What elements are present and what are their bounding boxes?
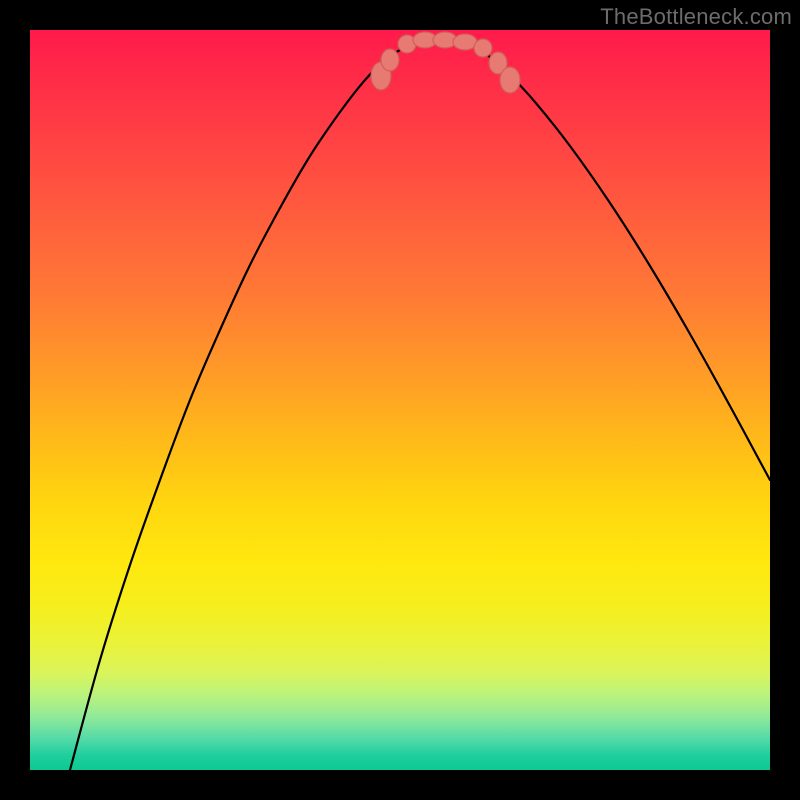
watermark-text: TheBottleneck.com <box>600 4 792 30</box>
curve-marker <box>500 67 520 93</box>
curve-marker <box>381 49 399 71</box>
marker-layer <box>371 32 520 93</box>
curve-marker <box>453 34 477 50</box>
curve-marker <box>474 39 492 57</box>
chart-frame: TheBottleneck.com <box>0 0 800 800</box>
plot-area <box>30 30 770 770</box>
bottleneck-curve <box>70 40 770 770</box>
curve-layer <box>30 30 770 770</box>
